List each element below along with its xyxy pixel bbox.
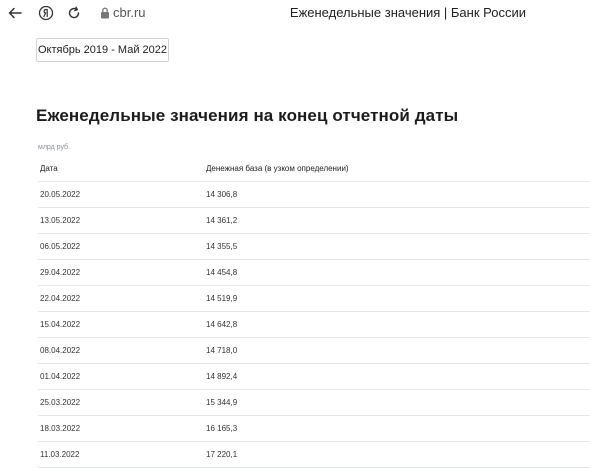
cell-value: 14 355,5: [206, 242, 238, 251]
cell-date: 08.04.2022: [40, 346, 81, 355]
cell-date: 13.05.2022: [40, 216, 81, 225]
table-row: 15.04.2022 14 642,8: [38, 312, 590, 338]
cell-value: 14 454,8: [206, 268, 238, 277]
table-row: 11.03.2022 17 220,1: [38, 442, 590, 468]
data-table: Дата Денежная база (в узком определении)…: [38, 156, 590, 468]
table-row: 06.05.2022 14 355,5: [38, 234, 590, 260]
table-row: 29.04.2022 14 454,8: [38, 260, 590, 286]
cell-date: 01.04.2022: [40, 372, 81, 381]
table-row: 18.03.2022 16 165,3: [38, 416, 590, 442]
cell-date: 22.04.2022: [40, 294, 81, 303]
cell-value: 14 892,4: [206, 372, 238, 381]
cell-value: 14 361,2: [206, 216, 238, 225]
cell-value: 17 220,1: [206, 450, 238, 459]
table-row: 25.03.2022 15 344,9: [38, 390, 590, 416]
table-row: 13.05.2022 14 361,2: [38, 208, 590, 234]
cell-date: 06.05.2022: [40, 242, 81, 251]
column-header-monetary-base: Денежная база (в узком определении): [206, 164, 349, 173]
cell-date: 15.04.2022: [40, 320, 81, 329]
cell-value: 14 642,8: [206, 320, 238, 329]
lock-icon: [95, 3, 115, 23]
cell-value: 15 344,9: [206, 398, 238, 407]
reload-icon[interactable]: [64, 3, 84, 23]
address-bar-url[interactable]: cbr.ru: [113, 5, 146, 21]
table-row: 22.04.2022 14 519,9: [38, 286, 590, 312]
cell-value: 14 519,9: [206, 294, 238, 303]
period-select-button[interactable]: Октябрь 2019 - Май 2022: [36, 38, 169, 62]
page-tab-title: Еженедельные значения | Банк России: [289, 5, 526, 20]
cell-date: 25.03.2022: [40, 398, 81, 407]
table-row: 08.04.2022 14 718,0: [38, 338, 590, 364]
browser-toolbar: cbr.ru Еженедельные значения | Банк Росс…: [0, 0, 590, 26]
table-row: 01.04.2022 14 892,4: [38, 364, 590, 390]
cell-value: 16 165,3: [206, 424, 238, 433]
yandex-icon[interactable]: [36, 3, 56, 23]
units-label: млрд руб.: [38, 144, 71, 151]
back-arrow-icon[interactable]: [5, 3, 25, 23]
cell-date: 29.04.2022: [40, 268, 81, 277]
column-header-date: Дата: [40, 164, 58, 173]
page-title: Еженедельные значения на конец отчетной …: [36, 106, 459, 125]
cell-value: 14 718,0: [206, 346, 238, 355]
cell-value: 14 306,8: [206, 190, 238, 199]
cell-date: 18.03.2022: [40, 424, 81, 433]
cell-date: 11.03.2022: [40, 450, 80, 459]
table-header: Дата Денежная база (в узком определении): [38, 156, 590, 182]
cell-date: 20.05.2022: [40, 190, 81, 199]
table-row: 20.05.2022 14 306,8: [38, 182, 590, 208]
